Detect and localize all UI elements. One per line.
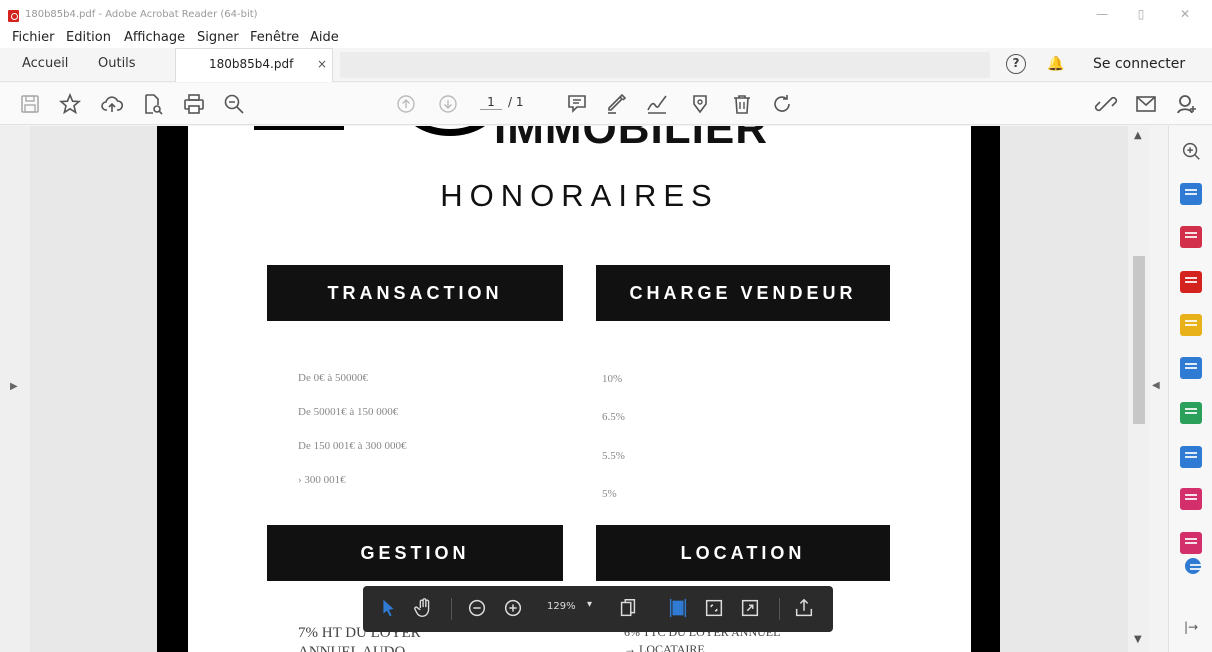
rate-label: De 50001€ à 150 000€ bbox=[298, 406, 399, 418]
comment-tool-icon[interactable] bbox=[1180, 314, 1202, 336]
share-tool-icon[interactable] bbox=[1185, 558, 1202, 574]
zoom-out-icon[interactable] bbox=[466, 597, 488, 619]
print-icon[interactable] bbox=[182, 92, 206, 116]
tab-home[interactable]: Accueil bbox=[22, 56, 68, 71]
section-transaction: TRANSACTION bbox=[267, 265, 563, 321]
section-location: LOCATION bbox=[596, 525, 890, 581]
highlight-pen-icon[interactable] bbox=[605, 92, 629, 116]
gestion-fee-text-2: ANNUEL AUDO bbox=[298, 644, 406, 652]
tab-document[interactable]: 180b85b4.pdf × bbox=[175, 48, 333, 82]
location-fee-text-2: → LOCATAIRE bbox=[624, 642, 705, 652]
menu-fenetre[interactable]: Fenêtre bbox=[250, 30, 299, 45]
acrobat-app-icon bbox=[8, 10, 19, 22]
tab-bar-empty-area bbox=[340, 52, 990, 78]
scroll-down-icon[interactable]: ▼ bbox=[1134, 634, 1142, 645]
add-user-icon[interactable] bbox=[1174, 92, 1198, 116]
rate-label: De 0€ à 50000€ bbox=[298, 372, 368, 384]
document-view[interactable]: ▶ IMMOBILIER HONORAIRES TRANSACTION CHAR… bbox=[0, 126, 1150, 652]
fit-page-icon[interactable] bbox=[703, 597, 725, 619]
edit-pdf-icon[interactable] bbox=[1180, 402, 1202, 424]
share-link-icon[interactable] bbox=[1094, 92, 1118, 116]
page-down-icon[interactable] bbox=[436, 92, 460, 116]
rotate-icon[interactable] bbox=[770, 92, 794, 116]
menu-aide[interactable]: Aide bbox=[310, 30, 339, 45]
combine-files-icon[interactable] bbox=[1180, 357, 1202, 379]
full-screen-icon[interactable] bbox=[739, 597, 761, 619]
menu-bar: Fichier Edition Affichage Signer Fenêtre… bbox=[0, 28, 1212, 48]
request-signature-icon[interactable] bbox=[1180, 488, 1202, 510]
collapse-right-panel-icon[interactable]: ◀ bbox=[1152, 380, 1160, 391]
tab-document-label: 180b85b4.pdf bbox=[209, 57, 294, 71]
rate-value: 6.5% bbox=[602, 411, 625, 423]
notifications-bell-icon[interactable]: 🔔 bbox=[1047, 56, 1064, 72]
toolbar-separator bbox=[451, 598, 452, 620]
rate-label: › 300 001€ bbox=[298, 474, 346, 486]
menu-fichier[interactable]: Fichier bbox=[12, 30, 55, 45]
maximize-button[interactable]: ▯ bbox=[1132, 7, 1150, 21]
select-tool-icon[interactable] bbox=[377, 597, 399, 619]
left-panel-collapsed[interactable]: ▶ bbox=[0, 126, 30, 652]
logo-circle-mark bbox=[400, 126, 500, 136]
pdf-page-content: IMMOBILIER HONORAIRES TRANSACTION CHARGE… bbox=[188, 126, 971, 652]
mail-icon[interactable] bbox=[1134, 92, 1158, 116]
sign-in-button[interactable]: Se connecter bbox=[1093, 56, 1185, 72]
expand-panel-icon[interactable]: |→ bbox=[1184, 620, 1198, 634]
share-upload-icon[interactable] bbox=[793, 597, 815, 619]
save-icon[interactable] bbox=[18, 92, 42, 116]
floating-toolbar: 129% ▾ bbox=[363, 586, 833, 632]
scroll-up-icon[interactable]: ▲ bbox=[1134, 130, 1142, 141]
page-view-icon[interactable] bbox=[617, 597, 639, 619]
rate-value: 5% bbox=[602, 488, 617, 500]
fit-width-icon[interactable] bbox=[667, 597, 689, 619]
title-bar: 180b85b4.pdf - Adobe Acrobat Reader (64-… bbox=[0, 0, 1212, 28]
page-up-icon[interactable] bbox=[394, 92, 418, 116]
minimize-button[interactable]: — bbox=[1093, 7, 1111, 21]
page-heading: HONORAIRES bbox=[440, 178, 719, 213]
export-pdf-icon[interactable] bbox=[1180, 183, 1202, 205]
logo-text: IMMOBILIER bbox=[494, 126, 768, 153]
create-pdf-icon[interactable] bbox=[1180, 271, 1202, 293]
help-icon[interactable]: ? bbox=[1006, 54, 1026, 74]
rate-value: 10% bbox=[602, 373, 623, 385]
vertical-scrollbar[interactable]: ▲ ▼ bbox=[1128, 126, 1150, 652]
hand-tool-icon[interactable] bbox=[413, 597, 435, 619]
zoom-level[interactable]: 129% bbox=[547, 601, 576, 612]
zoom-in-icon[interactable] bbox=[502, 597, 524, 619]
logo-mark bbox=[254, 126, 344, 130]
file-search-icon[interactable] bbox=[140, 92, 164, 116]
comment-icon[interactable] bbox=[565, 92, 589, 116]
menu-edition[interactable]: Edition bbox=[66, 30, 111, 45]
upload-cloud-icon[interactable] bbox=[100, 92, 124, 116]
page-total: / 1 bbox=[508, 95, 524, 109]
close-window-button[interactable]: ✕ bbox=[1176, 7, 1194, 21]
rate-label: De 150 001€ à 300 000€ bbox=[298, 440, 407, 452]
bookmark-star-icon[interactable] bbox=[58, 92, 82, 116]
sign-icon[interactable] bbox=[645, 92, 669, 116]
tab-tools[interactable]: Outils bbox=[98, 56, 136, 71]
zoom-out-search-icon[interactable] bbox=[222, 92, 246, 116]
more-tools-icon[interactable] bbox=[1180, 532, 1202, 554]
section-gestion: GESTION bbox=[267, 525, 563, 581]
toolbar-separator bbox=[779, 598, 780, 620]
trash-icon[interactable] bbox=[730, 92, 754, 116]
zoom-dropdown-icon[interactable]: ▾ bbox=[587, 599, 592, 610]
scrollbar-thumb[interactable] bbox=[1133, 256, 1145, 424]
page-number-input[interactable]: 1 bbox=[480, 95, 502, 110]
menu-signer[interactable]: Signer bbox=[197, 30, 239, 45]
right-tools-rail: |→ bbox=[1168, 126, 1212, 652]
pdf-page: IMMOBILIER HONORAIRES TRANSACTION CHARGE… bbox=[157, 126, 1000, 652]
window-title: 180b85b4.pdf - Adobe Acrobat Reader (64-… bbox=[25, 9, 258, 20]
zoom-in-icon[interactable] bbox=[1180, 140, 1202, 162]
expand-left-panel-icon[interactable]: ▶ bbox=[10, 381, 18, 392]
stamp-icon[interactable] bbox=[688, 92, 712, 116]
section-charge-vendeur: CHARGE VENDEUR bbox=[596, 265, 890, 321]
fill-sign-icon[interactable] bbox=[1180, 446, 1202, 468]
tab-bar: Accueil Outils 180b85b4.pdf × ? 🔔 Se con… bbox=[0, 48, 1212, 82]
organize-pages-icon[interactable] bbox=[1180, 226, 1202, 248]
menu-affichage[interactable]: Affichage bbox=[124, 30, 185, 45]
tab-close-icon[interactable]: × bbox=[317, 57, 327, 71]
main-toolbar: 1 / 1 bbox=[0, 83, 1212, 125]
rate-value: 5.5% bbox=[602, 450, 625, 462]
